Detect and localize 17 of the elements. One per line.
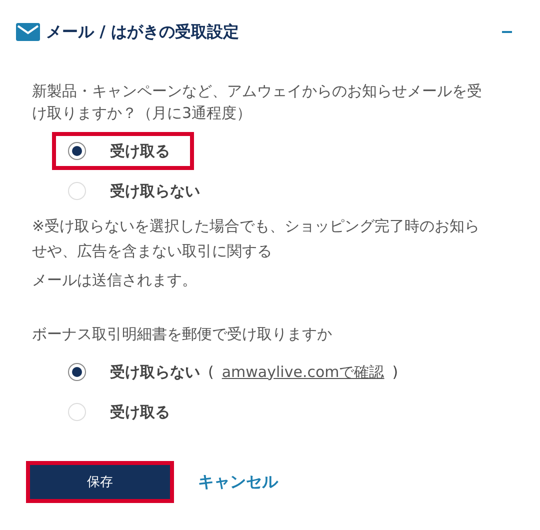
cancel-link[interactable]: キャンセル xyxy=(198,472,278,492)
question-text: 新製品・キャンペーンなど、アムウェイからのお知らせメールを受け取りますか？（月に3通程度） xyxy=(32,81,483,124)
save-button[interactable]: 保存 xyxy=(26,461,174,503)
question-text: ボーナス取引明細書を郵便で受け取りますか xyxy=(32,324,333,345)
note-text: ※受け取らないを選択した場合でも、ショッピング完了時のお知らせや、広告を含まない取引に関する xyxy=(32,216,481,262)
parenthesis: ( xyxy=(208,363,214,381)
option-label: 受け取らない xyxy=(110,362,200,382)
radio-button[interactable] xyxy=(68,142,86,160)
section-title: メール / はがきの受取設定 xyxy=(46,22,240,42)
option-label: 受け取る xyxy=(110,402,170,422)
mail-icon xyxy=(16,23,40,41)
site-link[interactable]: amwaylive.comで確認 xyxy=(222,362,384,382)
option-label: 受け取る xyxy=(110,142,170,160)
radio-button[interactable] xyxy=(68,363,86,381)
parenthesis: ) xyxy=(392,363,398,381)
note-text: メールは送信されます。 xyxy=(32,270,198,291)
option-label: 受け取らない xyxy=(110,182,200,200)
